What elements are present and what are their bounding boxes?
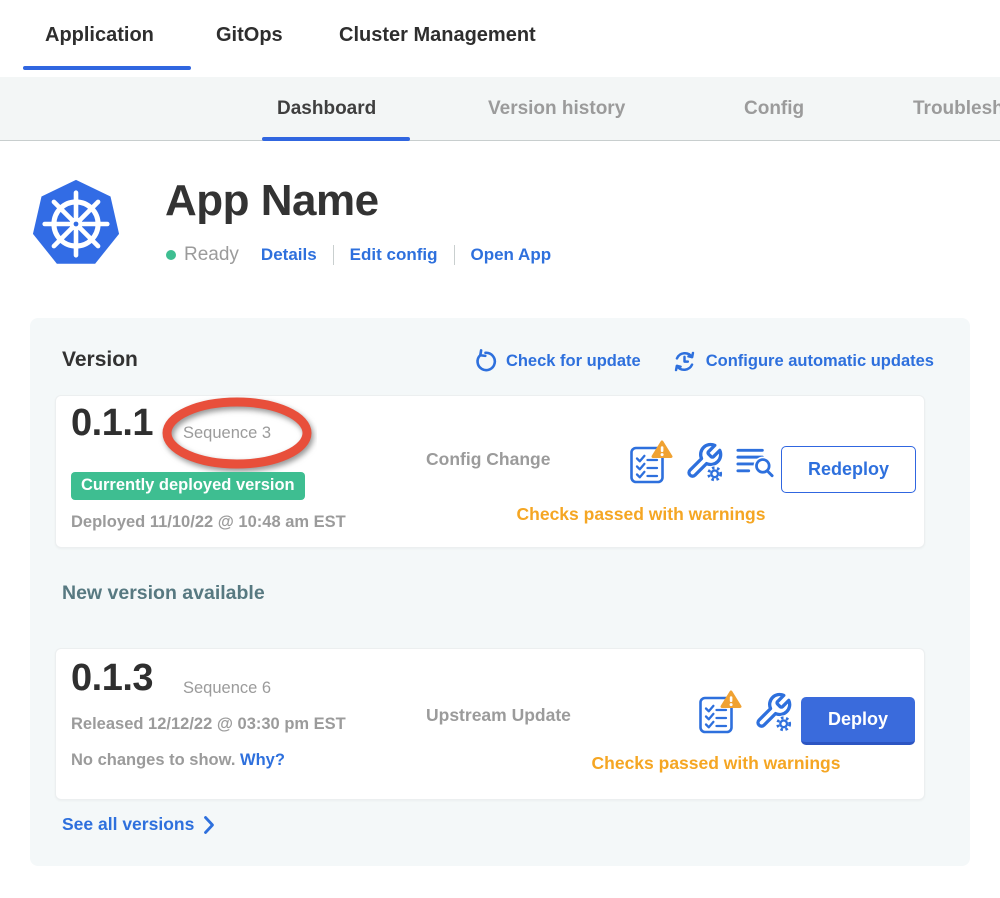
configure-auto-updates-link[interactable]: Configure automatic updates xyxy=(671,348,934,375)
divider xyxy=(333,245,334,265)
status-dot-icon xyxy=(166,250,176,260)
admin-console-screen: Application GitOps Cluster Management Da… xyxy=(0,0,1000,898)
available-checks-status[interactable]: Checks passed with warnings xyxy=(566,753,866,774)
available-version-sequence: Sequence 6 xyxy=(183,679,271,698)
currently-deployed-badge: Currently deployed version xyxy=(71,472,305,500)
no-changes-text: No changes to show. xyxy=(71,751,235,769)
current-version-sequence: Sequence 3 xyxy=(183,424,271,443)
divider xyxy=(454,245,455,265)
see-all-versions-label: See all versions xyxy=(62,814,194,835)
current-version-icons xyxy=(629,439,776,485)
available-source-label: Upstream Update xyxy=(426,705,571,726)
available-version-card: 0.1.3 Sequence 6 Released 12/12/22 @ 03:… xyxy=(55,648,925,800)
tab-gitops[interactable]: GitOps xyxy=(216,24,283,47)
config-wrench-icon[interactable] xyxy=(753,691,793,733)
available-version-icons xyxy=(698,689,793,735)
tab-application[interactable]: Application xyxy=(45,24,154,47)
available-version-number: 0.1.3 xyxy=(71,657,153,700)
version-actions: Check for update Configure automatic upd… xyxy=(473,348,934,375)
active-subtab-underline xyxy=(262,137,410,141)
preflight-checklist-icon[interactable] xyxy=(698,689,742,735)
open-app-link[interactable]: Open App xyxy=(471,245,552,265)
sub-nav: Dashboard Version history Config Trouble… xyxy=(0,77,1000,141)
current-source-label: Config Change xyxy=(426,449,550,470)
chevron-right-icon xyxy=(203,815,215,835)
changes-note: No changes to show. Why? xyxy=(71,751,285,770)
version-section-title: Version xyxy=(62,348,138,372)
app-status-row: Ready Details Edit config Open App xyxy=(166,244,551,266)
current-version-number: 0.1.1 xyxy=(71,402,153,445)
tab-version-history[interactable]: Version history xyxy=(488,98,625,120)
current-version-card: 0.1.1 Sequence 3 Currently deployed vers… xyxy=(55,395,925,548)
active-tab-underline xyxy=(23,66,191,70)
check-for-update-link[interactable]: Check for update xyxy=(473,349,641,374)
top-nav: Application GitOps Cluster Management xyxy=(0,0,1000,77)
deployed-timestamp: Deployed 11/10/22 @ 10:48 am EST xyxy=(71,513,346,532)
release-notes-icon[interactable] xyxy=(735,442,776,482)
check-for-update-label: Check for update xyxy=(506,352,641,371)
released-timestamp: Released 12/12/22 @ 03:30 pm EST xyxy=(71,715,346,734)
new-version-heading: New version available xyxy=(62,582,265,605)
tab-troubleshoot[interactable]: Troubleshoot xyxy=(913,98,1000,120)
version-section: Version Check for update Configure autom… xyxy=(30,318,970,866)
current-checks-status[interactable]: Checks passed with warnings xyxy=(476,504,806,525)
auto-update-icon xyxy=(671,348,698,375)
status-label: Ready xyxy=(184,244,239,266)
refresh-icon xyxy=(473,349,498,374)
see-all-versions-link[interactable]: See all versions xyxy=(62,814,215,835)
app-title: App Name xyxy=(165,176,379,226)
edit-config-link[interactable]: Edit config xyxy=(350,245,438,265)
details-link[interactable]: Details xyxy=(261,245,317,265)
kubernetes-logo-icon xyxy=(30,176,122,272)
preflight-checklist-icon[interactable] xyxy=(629,439,673,485)
tab-dashboard[interactable]: Dashboard xyxy=(277,98,376,120)
configure-auto-updates-label: Configure automatic updates xyxy=(706,352,934,371)
why-link[interactable]: Why? xyxy=(240,751,285,769)
deploy-button[interactable]: Deploy xyxy=(801,697,915,745)
tab-cluster-management[interactable]: Cluster Management xyxy=(339,24,536,47)
config-wrench-icon[interactable] xyxy=(684,441,724,483)
tab-config[interactable]: Config xyxy=(744,98,804,120)
redeploy-button[interactable]: Redeploy xyxy=(781,446,916,493)
